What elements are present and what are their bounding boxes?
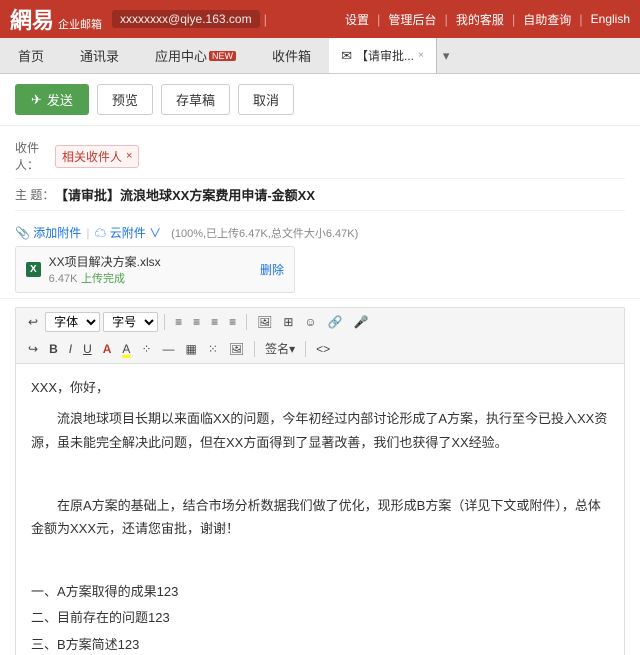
recipient-row: 收件人： 相关收件人 × — [15, 134, 625, 179]
editor-list2: 二、目前存在的问题123 — [31, 606, 609, 629]
recipient-label: 收件人： — [15, 139, 55, 173]
insert-link-button[interactable]: 🔗 — [324, 313, 347, 331]
file-size-status: 6.47K 上传完成 — [49, 270, 252, 286]
file-upload-status: 上传完成 — [81, 273, 125, 285]
signature-button[interactable]: 签名▾ — [261, 338, 299, 359]
tabs-area: ✉ 【请审批... × ▾ — [329, 38, 640, 73]
draft-button[interactable]: 存草稿 — [161, 84, 230, 115]
file-delete-button[interactable]: 删除 — [260, 261, 284, 278]
editor-toolbar-row2: ↪ B I U A A ⁘ — ▦ ⁙ 🖼 签名▾ <> — [24, 338, 616, 359]
recipient-tag-text: 相关收件人 — [62, 148, 122, 165]
editor-greeting: XXX，你好， — [31, 376, 609, 399]
file-size: 6.47K — [49, 273, 78, 285]
editor-toolbar: ↩ 字体 字号 ≡ ≡ ≡ ≡ 🖼 ⊞ ☺ 🔗 🎤 ↪ — [16, 308, 624, 364]
toolbar-sep4 — [305, 341, 306, 357]
send-button[interactable]: ✈ 发送 — [15, 84, 89, 115]
font-bg-button[interactable]: A — [118, 340, 134, 358]
form-area: 收件人： 相关收件人 × 主 题： 【请审批】流浪地球XX方案费用申请-金额XX — [0, 126, 640, 219]
toolbar-sep2 — [246, 314, 247, 330]
font-color-button[interactable]: A — [99, 340, 116, 358]
align-right-button[interactable]: ≡ — [207, 313, 222, 331]
editor-container: ↩ 字体 字号 ≡ ≡ ≡ ≡ 🖼 ⊞ ☺ 🔗 🎤 ↪ — [15, 307, 625, 655]
topbar-self-query[interactable]: 自助查询 — [523, 11, 571, 28]
undo-button[interactable]: ↩ — [24, 313, 42, 331]
tab-close-icon[interactable]: × — [418, 50, 424, 61]
cancel-button[interactable]: 取消 — [238, 84, 294, 115]
font-family-select[interactable]: 字体 — [45, 312, 100, 332]
topbar: 網易 企业邮箱 xxxxxxxx@qiye.163.com | 设置 | 管理后… — [0, 0, 640, 38]
indent-button[interactable]: ≡ — [225, 313, 240, 331]
topbar-admin[interactable]: 管理后台 — [388, 11, 436, 28]
block-button[interactable]: ▦ — [182, 340, 201, 358]
logo: 網易 企业邮箱 — [10, 3, 102, 35]
subject-text: 【请审批】流浪地球XX方案费用申请-金额XX — [55, 185, 315, 204]
logo-main: 網易 — [10, 3, 54, 35]
tab-label: 【请审批... — [356, 47, 414, 64]
numbered-list-button[interactable]: ⁙ — [204, 340, 222, 358]
recipient-tag[interactable]: 相关收件人 × — [55, 145, 139, 168]
email-address[interactable]: xxxxxxxx@qiye.163.com — [112, 10, 260, 28]
voice-button[interactable]: 🎤 — [350, 313, 373, 331]
attachment-area: 📎 添加附件 | ☁ 云附件 ∨ (100%,已上传6.47K,总文件大小6.4… — [0, 219, 640, 299]
main-content: ✈ 发送 预览 存草稿 取消 收件人： 相关收件人 × 主 题： 【请审批】流浪… — [0, 74, 640, 655]
align-left-button[interactable]: ≡ — [171, 313, 186, 331]
topbar-service[interactable]: 我的客服 — [456, 11, 504, 28]
nav-inbox[interactable]: 收件箱 — [254, 38, 329, 73]
insert-image-button[interactable]: 🖼 — [253, 313, 276, 331]
attachment-links: 📎 添加附件 | ☁ 云附件 ∨ (100%,已上传6.47K,总文件大小6.4… — [15, 224, 625, 241]
preview-button[interactable]: 预览 — [97, 84, 153, 115]
insert-table-button[interactable]: ⊞ — [279, 313, 297, 331]
attachment-file: X XX项目解决方案.xlsx 6.47K 上传完成 删除 — [15, 246, 295, 293]
compose-toolbar: ✈ 发送 预览 存草稿 取消 — [0, 74, 640, 126]
insert-emoji-button[interactable]: ☺ — [300, 313, 320, 331]
nav-contacts[interactable]: 通讯录 — [62, 38, 137, 73]
attachment-progress: (100%,已上传6.47K,总文件大小6.47K) — [171, 225, 358, 241]
code-button[interactable]: <> — [312, 340, 334, 358]
font-size-select[interactable]: 字号 — [103, 312, 158, 332]
file-info: XX项目解决方案.xlsx 6.47K 上传完成 — [49, 253, 252, 286]
nav-app-center[interactable]: 应用中心 NEW — [137, 38, 254, 73]
add-attachment-link[interactable]: 📎 添加附件 — [15, 224, 81, 241]
subject-label: 主 题： — [15, 186, 55, 203]
topbar-settings[interactable]: 设置 — [345, 11, 369, 28]
bullet-list-button[interactable]: ⁘ — [137, 340, 155, 358]
editor-para2: 在原A方案的基础上，结合市场分析数据我们做了优化，现形成B方案（详见下文或附件）… — [31, 494, 609, 541]
toolbar-sep1 — [164, 314, 165, 330]
navbar: 首页 通讯录 应用中心 NEW 收件箱 ✉ 【请审批... × ▾ — [0, 38, 640, 74]
toolbar-sep3 — [254, 341, 255, 357]
new-badge: NEW — [209, 51, 236, 61]
file-name: XX项目解决方案.xlsx — [49, 253, 252, 270]
editor-toolbar-row1: ↩ 字体 字号 ≡ ≡ ≡ ≡ 🖼 ⊞ ☺ 🔗 🎤 — [24, 312, 616, 332]
compose-tab[interactable]: ✉ 【请审批... × — [329, 38, 437, 73]
topbar-english[interactable]: English — [591, 12, 630, 26]
align-center-button[interactable]: ≡ — [189, 313, 204, 331]
italic-button[interactable]: I — [65, 340, 76, 358]
hr-button[interactable]: — — [159, 340, 179, 358]
bold-button[interactable]: B — [45, 340, 62, 358]
cloud-attachment-link[interactable]: ☁ 云附件 ∨ — [94, 224, 161, 241]
nav-home[interactable]: 首页 — [0, 38, 62, 73]
editor-list1: 一、A方案取得的成果123 — [31, 580, 609, 603]
insert-image2-button[interactable]: 🖼 — [225, 340, 248, 358]
subject-row: 主 题： 【请审批】流浪地球XX方案费用申请-金额XX — [15, 179, 625, 211]
file-type-icon: X — [26, 262, 41, 277]
editor-body[interactable]: XXX，你好， 流浪地球项目长期以来面临XX的问题，今年初经过内部讨论形成了A方… — [16, 364, 624, 655]
send-icon: ✈ — [31, 92, 42, 108]
editor-list3: 三、B方案简述123 — [31, 633, 609, 655]
topbar-links: 设置 | 管理后台 | 我的客服 | 自助查询 | English — [345, 11, 630, 28]
cloud-icon: ☁ — [94, 226, 106, 240]
cloud-dropdown-icon: ∨ — [149, 226, 161, 240]
recipient-tag-close-icon[interactable]: × — [126, 150, 132, 162]
underline-button[interactable]: U — [79, 340, 96, 358]
logo-sub: 企业邮箱 — [58, 16, 102, 32]
tabs-dropdown[interactable]: ▾ — [437, 38, 456, 73]
attachment-icon: 📎 — [15, 226, 30, 240]
editor-para1: 流浪地球项目长期以来面临XX的问题，今年初经过内部讨论形成了A方案，执行至今已投… — [31, 407, 609, 454]
redo-button[interactable]: ↪ — [24, 340, 42, 358]
